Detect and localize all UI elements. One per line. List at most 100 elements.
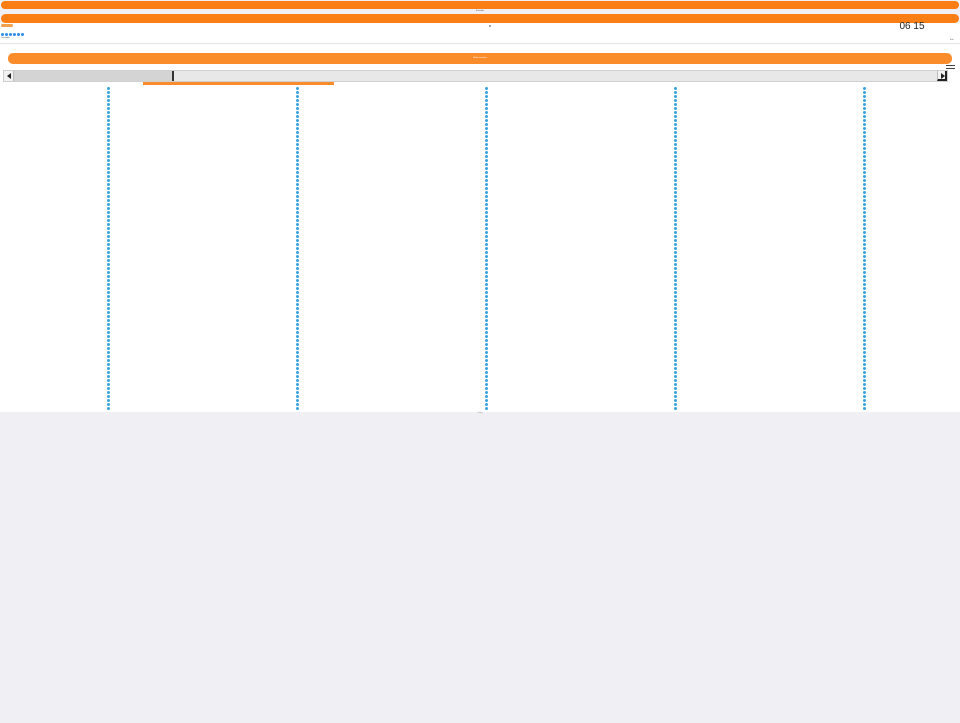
grid-cell-dot[interactable] — [863, 303, 866, 306]
grid-cell-dot[interactable] — [107, 363, 110, 366]
grid-cell-dot[interactable] — [485, 95, 488, 98]
grid-cell-dot[interactable] — [296, 159, 299, 162]
grid-cell-dot[interactable] — [296, 395, 299, 398]
grid-cell-dot[interactable] — [485, 311, 488, 314]
grid-cell-dot[interactable] — [107, 127, 110, 130]
grid-cell-dot[interactable] — [674, 215, 677, 218]
grid-cell-dot[interactable] — [674, 335, 677, 338]
grid-cell-dot[interactable] — [485, 223, 488, 226]
grid-cell-dot[interactable] — [107, 203, 110, 206]
grid-cell-dot[interactable] — [296, 291, 299, 294]
grid-cell-dot[interactable] — [863, 315, 866, 318]
grid-cell-dot[interactable] — [863, 391, 866, 394]
grid-cell-dot[interactable] — [296, 179, 299, 182]
grid-cell-dot[interactable] — [296, 335, 299, 338]
grid-cell-dot[interactable] — [107, 371, 110, 374]
grid-cell-dot[interactable] — [674, 303, 677, 306]
grid-cell-dot[interactable] — [107, 311, 110, 314]
grid-cell-dot[interactable] — [296, 407, 299, 410]
grid-cell-dot[interactable] — [107, 115, 110, 118]
grid-cell-dot[interactable] — [296, 279, 299, 282]
grid-cell-dot[interactable] — [485, 155, 488, 158]
grid-cell-dot[interactable] — [485, 143, 488, 146]
grid-cell-dot[interactable] — [863, 227, 866, 230]
grid-cell-dot[interactable] — [107, 351, 110, 354]
grid-cell-dot[interactable] — [485, 199, 488, 202]
grid-cell-dot[interactable] — [107, 135, 110, 138]
grid-cell-dot[interactable] — [674, 271, 677, 274]
grid-cell-dot[interactable] — [863, 351, 866, 354]
grid-cell-dot[interactable] — [107, 251, 110, 254]
grid-cell-dot[interactable] — [107, 307, 110, 310]
grid-cell-dot[interactable] — [863, 171, 866, 174]
grid-cell-dot[interactable] — [674, 111, 677, 114]
grid-cell-dot[interactable] — [863, 335, 866, 338]
grid-cell-dot[interactable] — [296, 111, 299, 114]
grid-cell-dot[interactable] — [296, 139, 299, 142]
grid-cell-dot[interactable] — [296, 371, 299, 374]
grid-cell-dot[interactable] — [863, 279, 866, 282]
grid-cell-dot[interactable] — [674, 295, 677, 298]
grid-cell-dot[interactable] — [863, 135, 866, 138]
grid-cell-dot[interactable] — [674, 359, 677, 362]
grid-cell-dot[interactable] — [674, 127, 677, 130]
grid-cell-dot[interactable] — [485, 195, 488, 198]
page-indicator[interactable] — [1, 33, 24, 36]
grid-cell-dot[interactable] — [296, 231, 299, 234]
scrollbar-thumb[interactable] — [14, 71, 174, 81]
grid-cell-dot[interactable] — [485, 219, 488, 222]
grid-cell-dot[interactable] — [485, 399, 488, 402]
grid-cell-dot[interactable] — [296, 319, 299, 322]
page-dot[interactable] — [9, 33, 12, 36]
grid-cell-dot[interactable] — [485, 327, 488, 330]
grid-cell-dot[interactable] — [107, 95, 110, 98]
grid-cell-dot[interactable] — [107, 291, 110, 294]
grid-cell-dot[interactable] — [296, 295, 299, 298]
grid-cell-dot[interactable] — [674, 379, 677, 382]
grid-cell-dot[interactable] — [863, 371, 866, 374]
grid-cell-dot[interactable] — [485, 407, 488, 410]
grid-cell-dot[interactable] — [485, 147, 488, 150]
grid-cell-dot[interactable] — [863, 163, 866, 166]
grid-cell-dot[interactable] — [863, 387, 866, 390]
grid-cell-dot[interactable] — [296, 143, 299, 146]
grid-cell-dot[interactable] — [107, 143, 110, 146]
grid-cell-dot[interactable] — [107, 339, 110, 342]
grid-cell-dot[interactable] — [485, 275, 488, 278]
grid-cell-dot[interactable] — [674, 99, 677, 102]
grid-cell-dot[interactable] — [107, 259, 110, 262]
grid-cell-dot[interactable] — [107, 163, 110, 166]
grid-cell-dot[interactable] — [296, 287, 299, 290]
grid-cell-dot[interactable] — [296, 339, 299, 342]
grid-cell-dot[interactable] — [485, 383, 488, 386]
grid-cell-dot[interactable] — [674, 115, 677, 118]
grid-cell-dot[interactable] — [674, 327, 677, 330]
grid-cell-dot[interactable] — [485, 255, 488, 258]
grid-cell-dot[interactable] — [107, 239, 110, 242]
grid-cell-dot[interactable] — [863, 235, 866, 238]
grid-cell-dot[interactable] — [674, 91, 677, 94]
grid-cell-dot[interactable] — [674, 407, 677, 410]
grid-cell-dot[interactable] — [107, 167, 110, 170]
grid-cell-dot[interactable] — [863, 347, 866, 350]
grid-cell-dot[interactable] — [674, 299, 677, 302]
grid-cell-dot[interactable] — [485, 271, 488, 274]
grid-cell-dot[interactable] — [863, 291, 866, 294]
grid-cell-dot[interactable] — [296, 343, 299, 346]
grid-cell-dot[interactable] — [296, 403, 299, 406]
grid-cell-dot[interactable] — [863, 319, 866, 322]
grid-cell-dot[interactable] — [674, 395, 677, 398]
grid-cell-dot[interactable] — [485, 179, 488, 182]
grid-cell-dot[interactable] — [107, 227, 110, 230]
grid-cell-dot[interactable] — [485, 207, 488, 210]
grid-cell-dot[interactable] — [107, 223, 110, 226]
grid-cell-dot[interactable] — [674, 167, 677, 170]
grid-cell-dot[interactable] — [485, 211, 488, 214]
grid-cell-dot[interactable] — [485, 367, 488, 370]
grid-cell-dot[interactable] — [485, 99, 488, 102]
grid-cell-dot[interactable] — [863, 407, 866, 410]
grid-cell-dot[interactable] — [863, 131, 866, 134]
grid-cell-dot[interactable] — [485, 227, 488, 230]
grid-cell-dot[interactable] — [296, 211, 299, 214]
grid-cell-dot[interactable] — [296, 359, 299, 362]
